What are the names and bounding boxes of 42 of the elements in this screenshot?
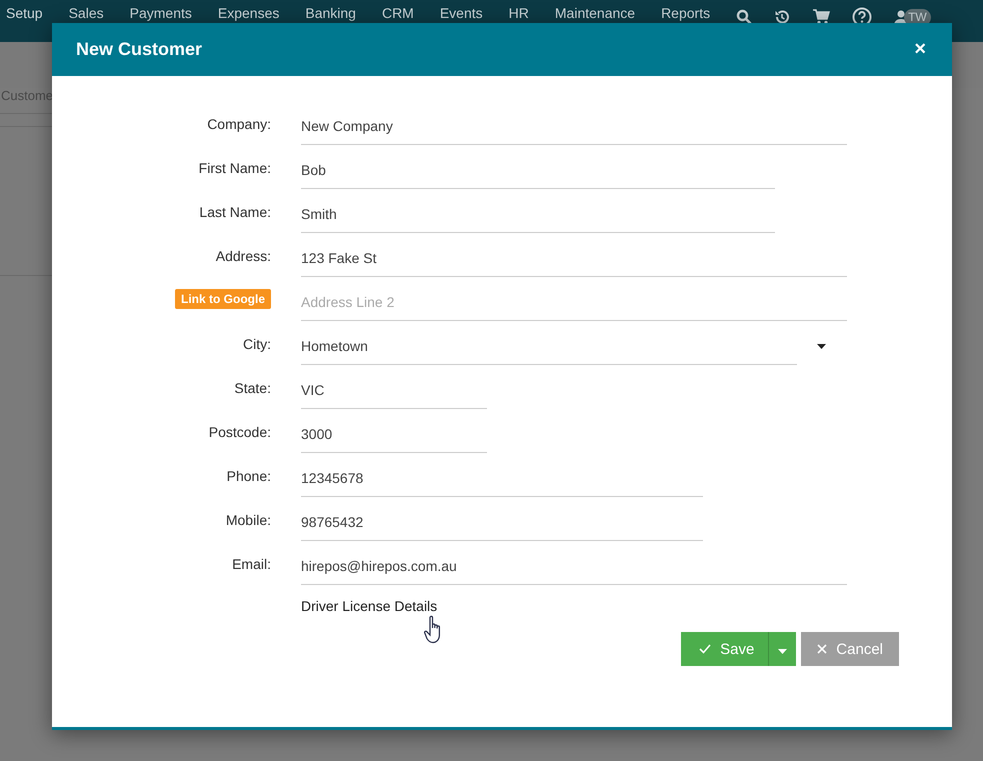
nav-link[interactable]: Maintenance	[554, 5, 636, 21]
field-label: City:	[243, 336, 271, 352]
field-label: Mobile:	[226, 512, 271, 528]
input-field[interactable]: VIC	[301, 370, 487, 409]
input-field[interactable]: 12345678	[301, 458, 703, 497]
input-field[interactable]: 98765432	[301, 502, 703, 541]
field-label: Phone:	[226, 468, 271, 484]
input-field[interactable]: Bob	[301, 150, 775, 189]
input-field[interactable]: Smith	[301, 194, 775, 233]
nav-link[interactable]: CRM	[382, 5, 414, 21]
input-field[interactable]: 123 Fake St	[301, 238, 847, 277]
nav-link[interactable]: Setup	[6, 5, 43, 21]
cart-icon[interactable]	[812, 9, 830, 25]
history-icon[interactable]	[774, 9, 790, 25]
field-label: Company:	[207, 116, 271, 132]
nav-link[interactable]: Payments	[130, 5, 192, 21]
nav-link[interactable]: Banking	[305, 5, 356, 21]
driver-license-link[interactable]: Driver License Details	[301, 598, 438, 614]
close-icon	[817, 644, 828, 654]
nav-link[interactable]: Events	[440, 5, 483, 21]
save-options-button[interactable]	[769, 632, 796, 666]
field-label: Last Name:	[199, 204, 271, 220]
nav-link[interactable]: Sales	[68, 5, 104, 21]
field-label: First Name:	[198, 160, 271, 176]
field-label: Email:	[232, 556, 271, 572]
input-field[interactable]: hirepos@hirepos.com.au	[301, 546, 847, 585]
dialog-title: New Customer	[76, 39, 202, 60]
field-label: State:	[234, 380, 271, 396]
field-label: Address:	[216, 248, 271, 264]
input-field[interactable]: New Company	[301, 106, 847, 145]
search-icon[interactable]	[736, 9, 752, 25]
nav-link[interactable]: Reports	[661, 5, 710, 21]
nav-link[interactable]: Expenses	[218, 5, 280, 21]
input-field[interactable]: Address Line 2	[301, 282, 847, 321]
caret-icon	[778, 648, 788, 654]
nav-link[interactable]: HR	[508, 5, 529, 21]
select-field[interactable]: Hometown	[301, 326, 797, 365]
caret-icon[interactable]	[817, 344, 826, 349]
check-icon	[699, 644, 712, 654]
close-button[interactable]: ×	[914, 38, 926, 61]
field-label: Postcode:	[208, 424, 271, 440]
input-field[interactable]: 3000	[301, 414, 487, 453]
